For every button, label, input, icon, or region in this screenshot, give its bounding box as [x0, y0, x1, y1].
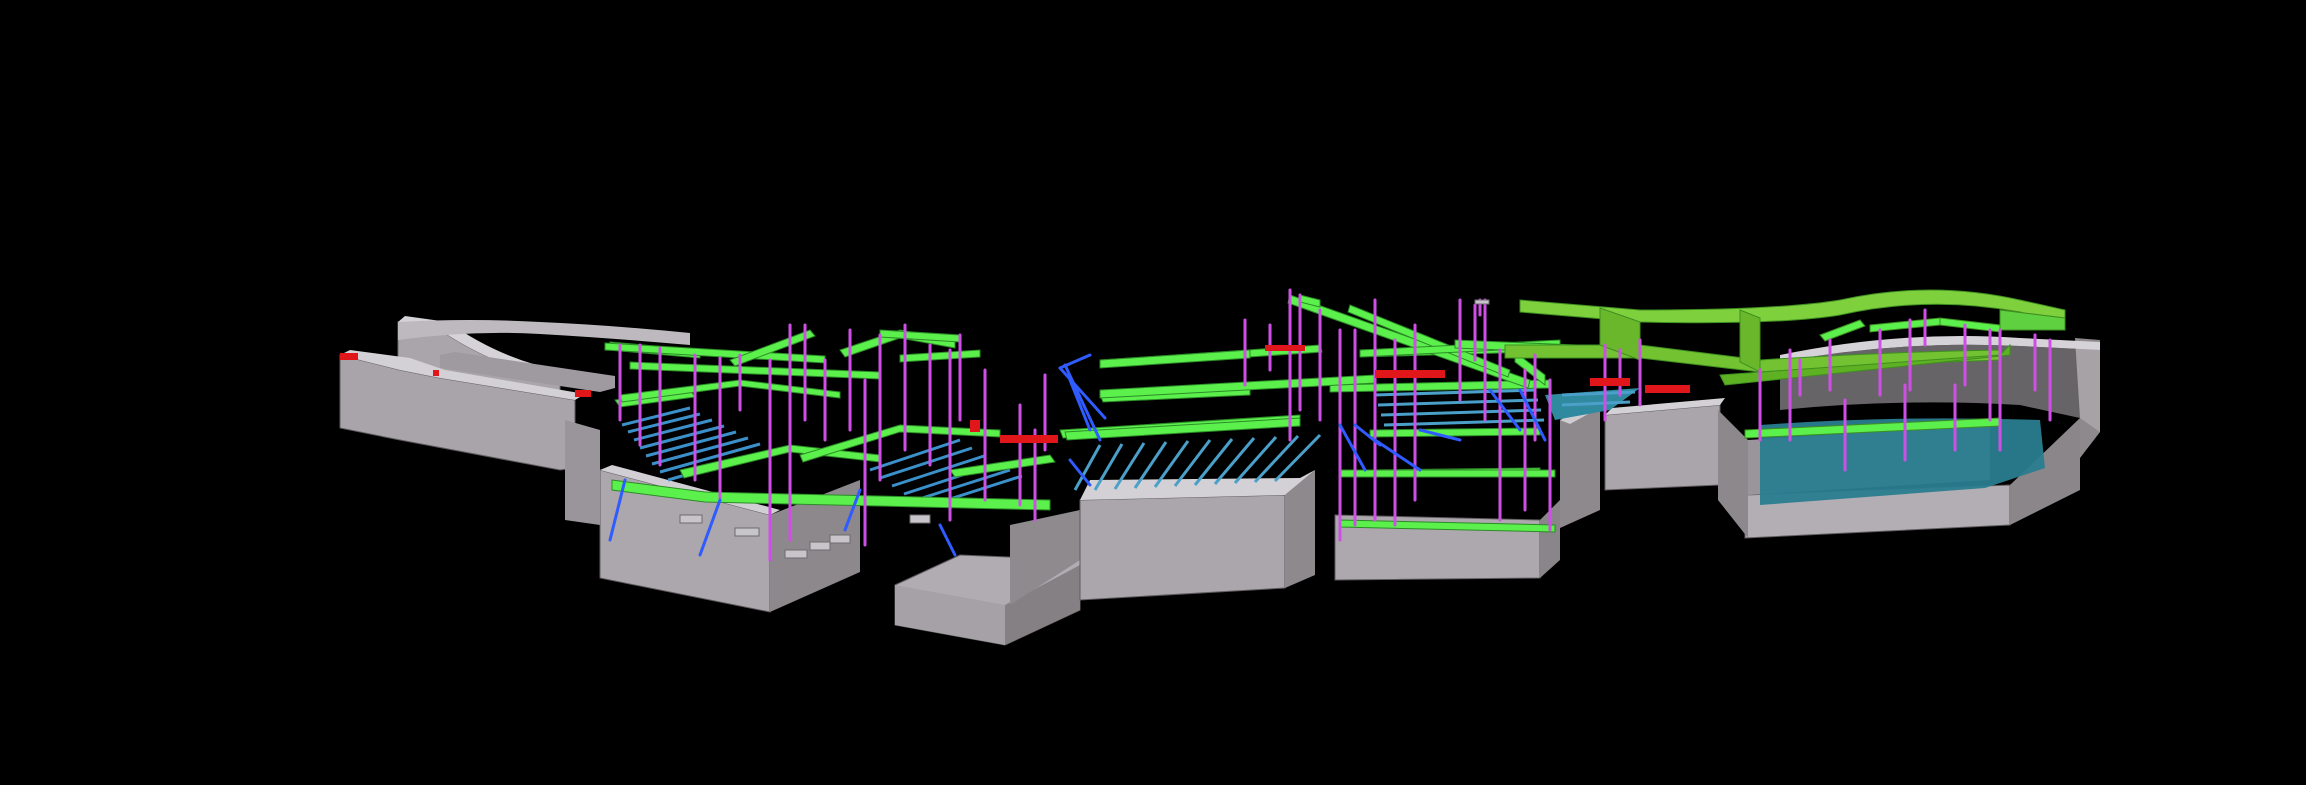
footing-3[interactable]: [784, 549, 808, 559]
red-beam-left-5[interactable]: [970, 420, 980, 432]
red-beam-left-3[interactable]: [575, 390, 591, 397]
footing-5[interactable]: [829, 534, 851, 544]
roof-center-upper[interactable]: [1099, 349, 1251, 369]
footing-6[interactable]: [909, 514, 931, 524]
wall-center-front[interactable]: [1079, 494, 1286, 601]
red-beam-left-1[interactable]: [340, 353, 358, 360]
roof-left-back[interactable]: [629, 361, 881, 380]
steel-beams-upper[interactable]: [604, 294, 1651, 441]
roof-side-beam-b[interactable]: [1739, 309, 1761, 373]
wall-far-right-side[interactable]: [1718, 410, 1748, 538]
footing-2[interactable]: [734, 527, 760, 537]
beam-rc-mid-front[interactable]: [1339, 469, 1556, 478]
red-beam-left-2[interactable]: [433, 370, 439, 376]
beam-left-diagonal[interactable]: [679, 444, 881, 479]
footing-7[interactable]: [1474, 299, 1490, 305]
roof-left-upper-link[interactable]: [899, 349, 981, 363]
structural-model-view[interactable]: [0, 0, 2306, 785]
footing-1[interactable]: [679, 514, 703, 524]
footing-4[interactable]: [809, 541, 831, 551]
roof-inner-ring-1[interactable]: [1819, 319, 1866, 342]
3d-model-viewport[interactable]: [0, 0, 2306, 785]
wall-small-pocket-left[interactable]: [565, 420, 600, 525]
red-beam-left-4[interactable]: [1000, 435, 1058, 443]
red-beam-center-2[interactable]: [1375, 370, 1445, 378]
red-beam-right-1[interactable]: [1590, 378, 1630, 386]
red-beam-right-2[interactable]: [1645, 385, 1690, 393]
wall-right-mid-front[interactable]: [1604, 404, 1721, 491]
red-beam-center-1[interactable]: [1265, 345, 1305, 351]
